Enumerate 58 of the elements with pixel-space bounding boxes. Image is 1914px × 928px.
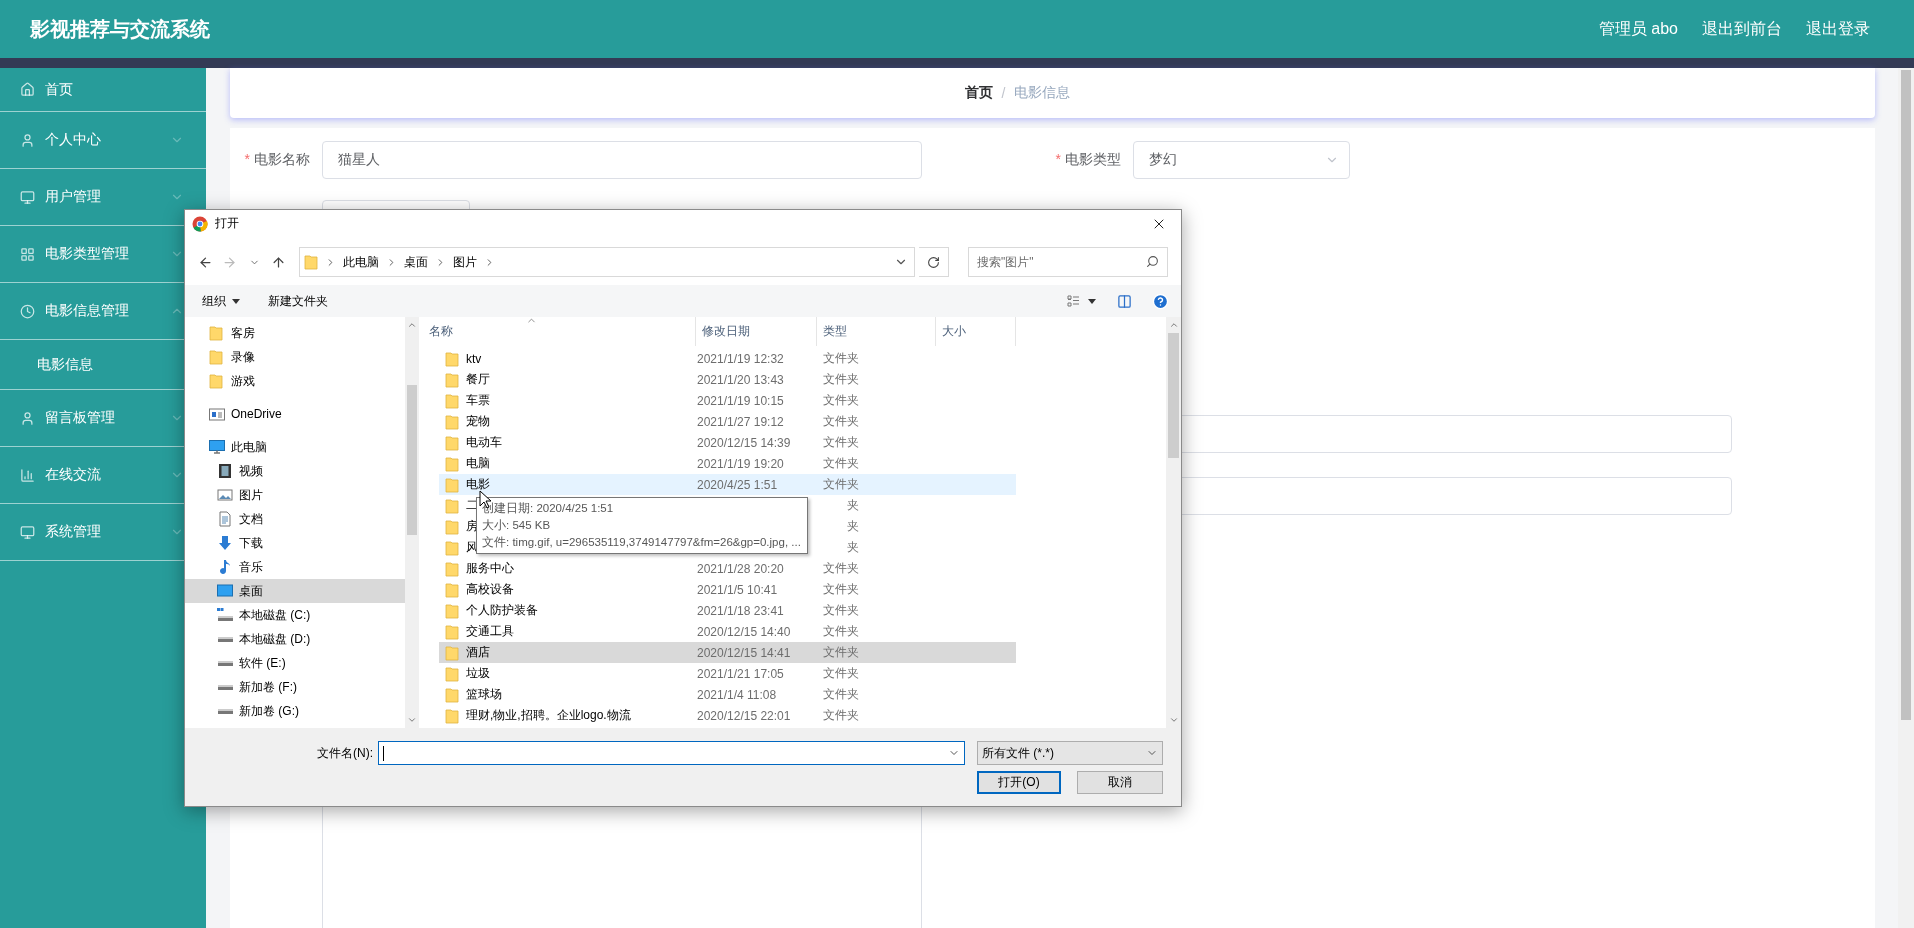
file-name: 交通工具: [466, 623, 514, 640]
field-label: * 电影名称: [243, 151, 311, 169]
file-name: 电动车: [466, 434, 502, 451]
file-name: ktv: [466, 351, 482, 366]
file-type: 文件夹: [822, 602, 860, 619]
file-type: 夹: [846, 518, 860, 535]
file-type: 文件夹: [822, 434, 860, 451]
file-type: 文件夹: [822, 644, 860, 661]
file-name-label: 文件名(N):: [316, 744, 374, 762]
field-label: * 电影类型: [1054, 151, 1122, 169]
file-name: 理财,物业,招聘。企业logo.物流: [466, 707, 631, 724]
file-type: 文件夹: [822, 371, 860, 388]
file-date: 2021/1/19 19:20: [696, 456, 785, 471]
file-date: 2021/1/5 10:41: [696, 582, 779, 597]
file-date: 2021/1/18 23:41: [696, 603, 785, 618]
app-title: 影视推荐与交流系统: [30, 16, 210, 42]
file-name: 酒店: [466, 644, 490, 661]
file-date: 2021/1/19 12:32: [696, 351, 785, 366]
file-type: 文件夹: [822, 623, 860, 640]
file-date: 2020/12/15 22:01: [696, 708, 792, 723]
file-type: 文件夹: [822, 665, 860, 682]
dialog-title: 打开: [215, 215, 239, 232]
tooltip-line: 文件: timg.gif, u=296535119,3749147797&fm=26&gp=0.jpg, ...: [482, 535, 801, 550]
breadcrumb-item: 电影信息: [1014, 84, 1071, 102]
file-date: 2020/12/15 14:41: [696, 645, 792, 660]
file-type: 文件夹: [822, 581, 860, 598]
file-type: 文件夹: [822, 413, 860, 430]
file-name: 车票: [466, 392, 490, 409]
tooltip-line: 大小: 545 KB: [482, 518, 552, 533]
breadcrumb-separator: /: [1001, 85, 1006, 101]
file-type: 文件夹: [822, 560, 860, 577]
file-type: 文件夹: [822, 350, 860, 367]
file-type: 夹: [846, 539, 860, 556]
file-date: 2021/1/21 17:05: [696, 666, 785, 681]
file-type: 文件夹: [822, 707, 860, 724]
file-type: 文件夹: [822, 476, 860, 493]
file-name: 房: [466, 518, 478, 535]
file-date: 2021/1/19 10:15: [696, 393, 785, 408]
file-name: 宠物: [466, 413, 490, 430]
file-name: 电影: [466, 476, 490, 493]
file-name: 高校设备: [466, 581, 514, 598]
file-name: 服务中心: [466, 560, 514, 577]
file-name: 餐厅: [466, 371, 490, 388]
file-date: 2020/4/25 1:51: [696, 477, 779, 492]
file-type: 文件夹: [822, 455, 860, 472]
file-date: 2020/12/15 14:39: [696, 435, 792, 450]
file-date: 2021/1/20 13:43: [696, 372, 785, 387]
file-type: 夹: [846, 497, 860, 514]
file-type: 文件夹: [822, 392, 860, 409]
file-type: 文件夹: [822, 686, 860, 703]
file-date: 2020/12/15 14:40: [696, 624, 792, 639]
file-name: 电脑: [466, 455, 490, 472]
file-date: 2021/1/27 19:12: [696, 414, 785, 429]
file-name: 篮球场: [466, 686, 502, 703]
file-date: 2021/1/28 20:20: [696, 561, 785, 576]
file-name: 垃圾: [466, 665, 490, 682]
file-date: 2021/1/4 11:08: [696, 687, 778, 702]
file-name: 个人防护装备: [466, 602, 538, 619]
